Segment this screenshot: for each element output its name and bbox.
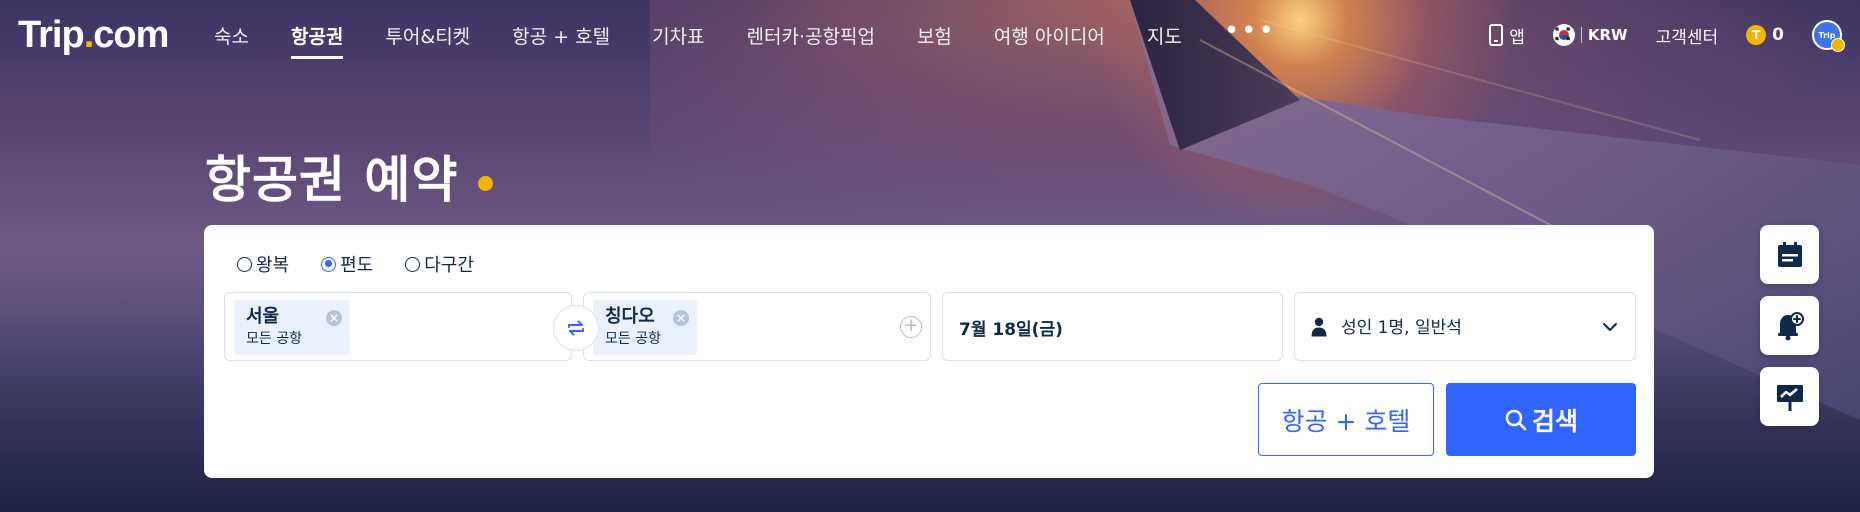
swap-arrows-icon bbox=[568, 320, 584, 336]
mobile-phone-icon bbox=[1489, 24, 1504, 46]
nav-item-flight-hotel[interactable]: 항공 + 호텔 bbox=[512, 22, 610, 49]
trip-type-selector: 왕복 편도 다구간 bbox=[237, 251, 474, 277]
origin-field[interactable]: 서울 모든 공항 × bbox=[224, 292, 572, 361]
price-alert-side-button[interactable] bbox=[1760, 296, 1819, 355]
roundtrip-label: 왕복 bbox=[256, 255, 290, 276]
account-menu[interactable]: Trip bbox=[1812, 20, 1845, 52]
logo-dot: . bbox=[83, 14, 95, 56]
trip-com-logo[interactable]: Trip.com bbox=[18, 14, 169, 57]
user-avatar-icon: Trip bbox=[1812, 20, 1845, 52]
top-navigation: Trip.com 숙소 항공권 투어&티켓 항공 + 호텔 기차표 렌터카·공항… bbox=[0, 0, 1860, 76]
page-title: 항공권 예약 bbox=[205, 151, 459, 209]
swap-cities-button[interactable] bbox=[553, 305, 599, 351]
search-icon bbox=[1505, 409, 1527, 430]
origin-airport-scope: 모든 공항 bbox=[246, 331, 302, 347]
nav-item-travel-ideas[interactable]: 여행 아이디어 bbox=[994, 22, 1105, 49]
passengers-class-value: 성인 1명, 일반석 bbox=[1341, 318, 1462, 338]
main-nav: 숙소 항공권 투어&티켓 항공 + 호텔 기차표 렌터카·공항픽업 보험 여행 … bbox=[214, 0, 1318, 70]
add-destination-icon[interactable]: + bbox=[900, 316, 922, 338]
departure-date-value: 7월 18일(금) bbox=[959, 320, 1063, 340]
trip-type-roundtrip[interactable]: 왕복 bbox=[237, 251, 289, 277]
calendar-side-button[interactable] bbox=[1760, 225, 1819, 284]
person-icon bbox=[1311, 317, 1327, 337]
search-button[interactable]: 검색 bbox=[1446, 383, 1636, 456]
coin-balance: 0 bbox=[1772, 25, 1784, 45]
nav-item-insurance[interactable]: 보험 bbox=[917, 22, 952, 49]
trip-type-multicity[interactable]: 다구간 bbox=[405, 251, 474, 277]
chevron-down-icon bbox=[1603, 323, 1617, 331]
flight-search-form: 왕복 편도 다구간 서울 모든 공항 × 칭다오 모든 공항 × + 7월 18… bbox=[204, 225, 1654, 478]
oneway-radio[interactable] bbox=[321, 256, 337, 272]
nav-item-trains[interactable]: 기차표 bbox=[652, 22, 704, 49]
title-accent-dot bbox=[478, 176, 493, 191]
nav-item-map[interactable]: 지도 bbox=[1147, 22, 1182, 49]
origin-city-chip[interactable]: 서울 모든 공항 × bbox=[234, 300, 350, 355]
passengers-class-field[interactable]: 성인 1명, 일반석 bbox=[1294, 292, 1636, 361]
nav-item-car-rental[interactable]: 렌터카·공항픽업 bbox=[747, 22, 875, 49]
support-label: 고객센터 bbox=[1655, 27, 1719, 48]
destination-city-chip[interactable]: 칭다오 모든 공항 × bbox=[593, 300, 697, 355]
clear-origin-icon[interactable]: × bbox=[326, 310, 342, 326]
price-alert-bell-icon bbox=[1777, 311, 1804, 340]
customer-support-link[interactable]: 고객센터 bbox=[1656, 23, 1719, 48]
more-menu-icon[interactable]: ••• bbox=[1224, 18, 1276, 44]
nav-item-flights[interactable]: 항공권 bbox=[290, 22, 344, 59]
nav-item-hotels[interactable]: 숙소 bbox=[214, 22, 249, 49]
roundtrip-radio[interactable] bbox=[237, 256, 252, 272]
flight-hotel-button[interactable]: 항공 + 호텔 bbox=[1258, 383, 1434, 456]
divider bbox=[1580, 27, 1582, 43]
price-trend-icon bbox=[1776, 384, 1803, 411]
destination-field[interactable]: 칭다오 모든 공항 × + bbox=[583, 292, 931, 361]
trip-type-oneway[interactable]: 편도 bbox=[321, 251, 373, 277]
trip-coins-link[interactable]: T 0 bbox=[1746, 25, 1784, 45]
destination-airport-scope: 모든 공항 bbox=[605, 331, 661, 347]
korea-flag-icon bbox=[1552, 24, 1575, 46]
nav-utilities: 앱 KRW 고객센터 T 0 Trip bbox=[1489, 0, 1845, 70]
language-currency-selector[interactable]: KRW bbox=[1552, 24, 1628, 46]
app-download-link[interactable]: 앱 bbox=[1489, 23, 1525, 48]
logo-text-com: com bbox=[93, 14, 169, 56]
search-button-label: 검색 bbox=[1531, 406, 1578, 436]
currency-label: KRW bbox=[1587, 26, 1628, 44]
price-trend-side-button[interactable] bbox=[1760, 367, 1819, 426]
calendar-icon bbox=[1777, 241, 1802, 267]
origin-city-name: 서울 bbox=[246, 306, 280, 327]
logo-text-trip: Trip bbox=[18, 14, 85, 56]
app-label: 앱 bbox=[1509, 27, 1525, 48]
clear-destination-icon[interactable]: × bbox=[673, 310, 689, 326]
nav-item-tours-tickets[interactable]: 투어&티켓 bbox=[385, 22, 470, 49]
multicity-label: 다구간 bbox=[424, 255, 474, 276]
oneway-label: 편도 bbox=[340, 255, 374, 276]
trip-coin-icon: T bbox=[1746, 25, 1767, 45]
departure-date-field[interactable]: 7월 18일(금) bbox=[942, 292, 1283, 361]
multicity-radio[interactable] bbox=[405, 256, 421, 272]
